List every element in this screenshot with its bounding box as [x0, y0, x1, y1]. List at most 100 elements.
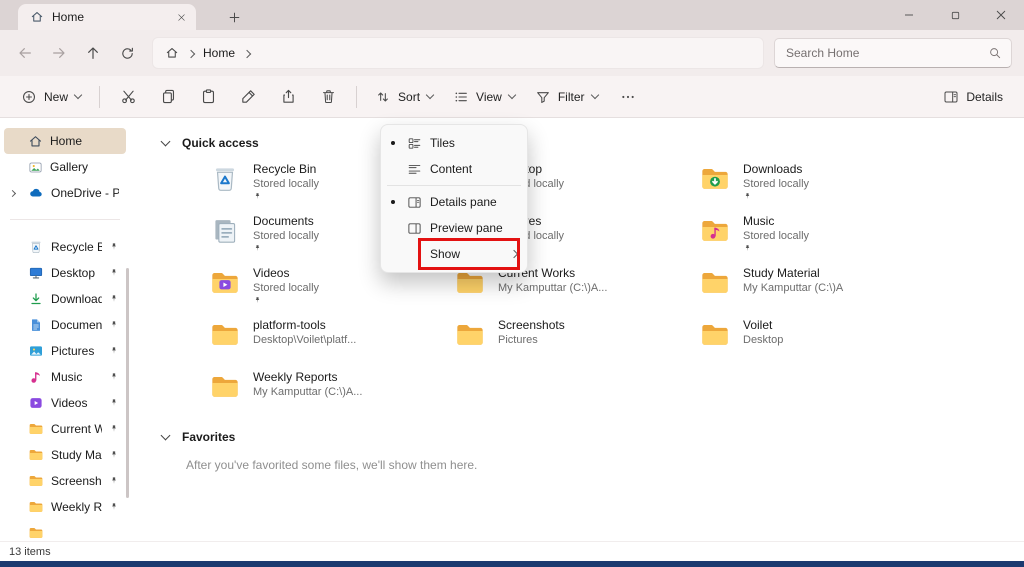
tile-weekly-reports[interactable]: Weekly Reports My Kamputtar (C:\)A...: [208, 370, 453, 422]
view-menu-item-preview-pane[interactable]: Preview pane: [381, 215, 527, 241]
sidebar-item-current-works[interactable]: Current Worl: [4, 416, 126, 442]
sidebar-item-downloads[interactable]: Downloads: [4, 286, 126, 312]
tile-voilet[interactable]: Voilet Desktop: [698, 318, 943, 370]
file-list-area: Quick access Recycle Bin Stored locally …: [130, 118, 1024, 541]
trash-icon: [320, 88, 337, 105]
quick-access-grid: Recycle Bin Stored locally Desktop Store…: [208, 162, 943, 422]
home-tab-icon: [30, 10, 44, 24]
sort-button[interactable]: Sort: [366, 81, 442, 113]
sidebar-item-home[interactable]: Home: [4, 128, 126, 154]
tile-videos[interactable]: Videos Stored locally: [208, 266, 453, 318]
recycle-bin-icon: [208, 163, 242, 195]
pin-icon: [109, 346, 119, 356]
chevron-down-icon[interactable]: [161, 431, 171, 441]
tile-music[interactable]: Music Stored locally: [698, 214, 943, 266]
gallery-icon: [28, 160, 43, 175]
close-window-button[interactable]: [978, 0, 1024, 30]
new-button[interactable]: New: [12, 81, 90, 113]
filter-button[interactable]: Filter: [526, 81, 607, 113]
tile-name: Weekly Reports: [253, 370, 362, 385]
tile-name: Screenshots: [498, 318, 565, 333]
details-pane-icon: [943, 89, 959, 105]
sidebar-item-gallery[interactable]: Gallery: [4, 154, 126, 180]
tile-sublabel: Stored locally: [253, 177, 319, 191]
tile-downloads[interactable]: Downloads Stored locally: [698, 162, 943, 214]
sidebar-scrollbar[interactable]: [126, 268, 129, 498]
tile-sublabel: Stored locally: [743, 229, 809, 243]
explorer-tab[interactable]: Home: [18, 4, 196, 30]
video-play-icon: [28, 395, 44, 411]
sidebar-item-pictures[interactable]: Pictures: [4, 338, 126, 364]
chevron-right-icon: [510, 250, 518, 258]
sidebar-item-label: Desktop: [51, 266, 102, 280]
tile-current-works[interactable]: Current Works My Kamputtar (C:\)A...: [453, 266, 698, 318]
sidebar-item-label: Pictures: [51, 344, 102, 358]
favorites-header[interactable]: Favorites: [162, 430, 235, 444]
tile-sublabel: My Kamputtar (C:\)A...: [253, 385, 362, 399]
sidebar-item-videos[interactable]: Videos: [4, 390, 126, 416]
chevron-right-icon[interactable]: [187, 49, 195, 57]
home-icon: [165, 46, 179, 60]
sidebar-item-label: Weekly Reports: [51, 500, 102, 514]
tile-sublabel: My Kamputtar (C:\)A: [743, 281, 843, 295]
tile-platform-tools[interactable]: platform-tools Desktop\Voilet\platf...: [208, 318, 453, 370]
sidebar-item-documents[interactable]: Documents: [4, 312, 126, 338]
sidebar-item-desktop[interactable]: Desktop: [4, 260, 126, 286]
rename-button[interactable]: [229, 81, 267, 113]
folder-icon: [698, 267, 732, 299]
cut-button[interactable]: [109, 81, 147, 113]
sidebar-item-recycle-bin[interactable]: Recycle Bin: [4, 234, 126, 260]
favorites-empty-message: After you've favorited some files, we'll…: [186, 458, 477, 472]
forward-button[interactable]: [42, 36, 76, 70]
search-box[interactable]: [774, 38, 1012, 68]
sidebar-item-music[interactable]: Music: [4, 364, 126, 390]
chevron-right-icon[interactable]: [9, 189, 16, 196]
view-menu-item-details-pane[interactable]: Details pane: [381, 189, 527, 215]
copy-icon: [160, 88, 177, 105]
copy-button[interactable]: [149, 81, 187, 113]
pin-icon: [743, 192, 752, 201]
sidebar-item-study-material[interactable]: Study Materi: [4, 442, 126, 468]
search-input[interactable]: [786, 46, 988, 60]
breadcrumb[interactable]: Home: [152, 37, 764, 69]
sidebar-item-label: Documents: [51, 318, 102, 332]
quick-access-header[interactable]: Quick access: [162, 136, 259, 150]
up-button[interactable]: [76, 36, 110, 70]
pin-icon: [109, 398, 119, 408]
view-button[interactable]: View: [444, 81, 524, 113]
menu-item-label: Details pane: [430, 195, 517, 209]
tab-close-button[interactable]: [172, 8, 190, 26]
maximize-icon: [950, 10, 961, 21]
pin-icon: [109, 424, 119, 434]
details-pane-button[interactable]: Details: [934, 81, 1012, 113]
sidebar-item-onedrive[interactable]: OneDrive - Pers: [4, 180, 126, 206]
new-tab-button[interactable]: [224, 7, 244, 27]
minimize-button[interactable]: [886, 0, 932, 30]
selected-bullet: [391, 141, 407, 145]
tile-screenshots[interactable]: Screenshots Pictures: [453, 318, 698, 370]
refresh-button[interactable]: [110, 36, 144, 70]
toolbar-separator: [356, 86, 357, 108]
pencil-icon: [240, 88, 257, 105]
chevron-right-icon[interactable]: [243, 49, 251, 57]
taskbar-sliver: [0, 561, 1024, 567]
share-button[interactable]: [269, 81, 307, 113]
folder-icon: [28, 421, 44, 437]
view-menu-item-tiles[interactable]: Tiles: [381, 130, 527, 156]
pin-icon: [109, 476, 119, 486]
tile-study-material[interactable]: Study Material My Kamputtar (C:\)A: [698, 266, 943, 318]
delete-button[interactable]: [309, 81, 347, 113]
view-menu-item-content[interactable]: Content: [381, 156, 527, 182]
sidebar-item-screenshots[interactable]: Screenshots: [4, 468, 126, 494]
breadcrumb-home[interactable]: Home: [203, 46, 235, 60]
sidebar-item-weekly-reports[interactable]: Weekly Reports: [4, 494, 126, 520]
paste-button[interactable]: [189, 81, 227, 113]
sidebar-item-partial[interactable]: [4, 520, 126, 541]
close-icon: [177, 13, 186, 22]
chevron-down-icon: [508, 91, 516, 99]
back-button[interactable]: [8, 36, 42, 70]
more-options-button[interactable]: [609, 81, 647, 113]
chevron-down-icon[interactable]: [161, 137, 171, 147]
view-menu-item-show[interactable]: Show: [381, 241, 527, 267]
maximize-button[interactable]: [932, 0, 978, 30]
